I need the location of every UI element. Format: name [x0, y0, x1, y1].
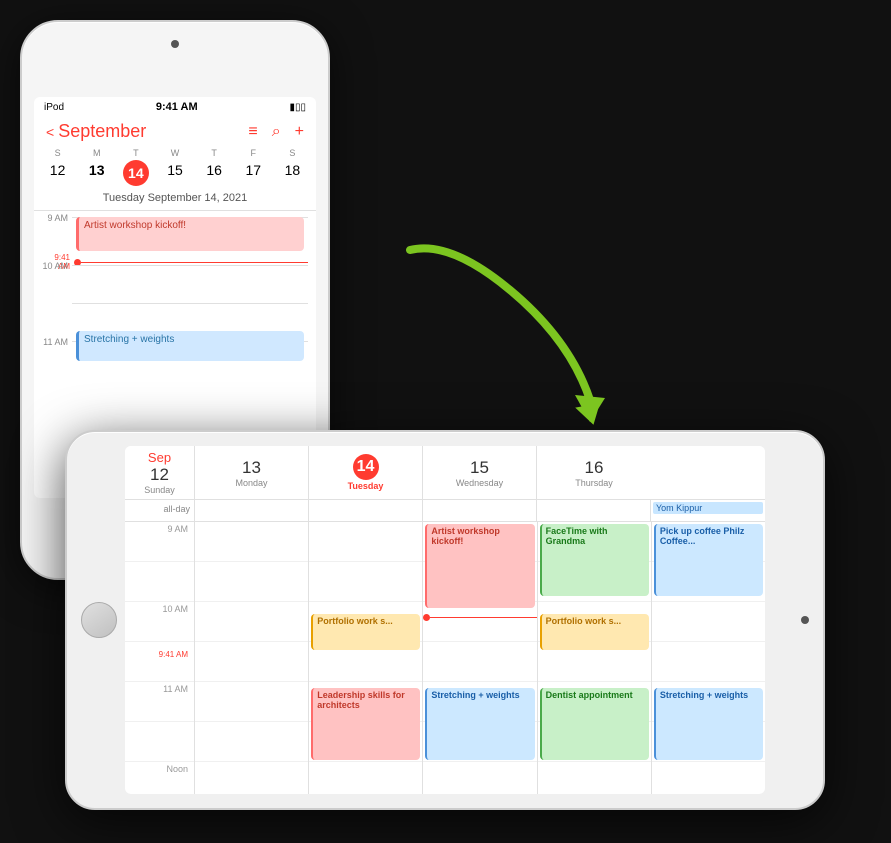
slot-11am: 11 AM [125, 682, 194, 722]
allday-sun [195, 500, 309, 521]
search-icon[interactable]: ⌕ [272, 123, 281, 141]
calendar-week-header: Sep 12 Sunday 13 Monday 14 Tuesday 15 We… [125, 446, 765, 500]
date-grid[interactable]: 12 13 14 15 16 17 18 [34, 160, 316, 186]
arrow-decoration [390, 230, 670, 430]
ipod-landscape-device: Sep 12 Sunday 13 Monday 14 Tuesday 15 We… [65, 430, 825, 810]
landscape-screen: Sep 12 Sunday 13 Monday 14 Tuesday 15 We… [125, 446, 765, 794]
month-nav[interactable]: < September [46, 121, 146, 142]
allday-mon [309, 500, 423, 521]
allday-thu: Yom Kippur [651, 500, 765, 521]
back-chevron-icon[interactable]: < [46, 124, 54, 140]
col-15: 15 Wednesday [423, 446, 537, 499]
col-13: 13 Monday [195, 446, 309, 499]
current-time-line-tue [423, 614, 536, 621]
today-circle: 14 [353, 454, 379, 480]
day-wednesday: Wednesday [456, 478, 503, 488]
allday-row: all-day Yom Kippur [125, 500, 765, 522]
event-artist-workshop[interactable]: Artist workshop kickoff! [76, 217, 304, 251]
event-facetime[interactable]: FaceTime with Grandma [540, 524, 649, 596]
time-line-10 [72, 265, 308, 266]
slot-1030: 9:41 AM [125, 642, 194, 682]
calendar-header[interactable]: < September ≡ ⌕ + [34, 117, 316, 148]
day-16: 16 [585, 458, 604, 478]
event-stretching-thu[interactable]: Stretching + weights [654, 688, 763, 760]
weekday-sun: S [38, 148, 77, 158]
col-14-today: 14 Tuesday [309, 446, 423, 499]
weekday-fri: F [234, 148, 273, 158]
day-15: 15 [470, 458, 489, 478]
slot-10am: 10 AM [125, 602, 194, 642]
slot-1130 [125, 722, 194, 762]
event-portfolio-wed[interactable]: Portfolio work s... [540, 614, 649, 650]
weekday-wed: W [155, 148, 194, 158]
day-col-thu: Pick up coffee Philz Coffee... Stretchin… [652, 522, 765, 794]
carrier-label: iPod [44, 102, 64, 113]
week-timeline: 9 AM 10 AM 9:41 AM 11 AM Noon 1 PM [125, 522, 765, 794]
time-labels-col: 9 AM 10 AM 9:41 AM 11 AM Noon 1 PM [125, 522, 195, 794]
event-portfolio-mon[interactable]: Portfolio work s... [311, 614, 420, 650]
day-col-sun [195, 522, 309, 794]
event-leadership[interactable]: Leadership skills for architects [311, 688, 420, 760]
allday-wed [537, 500, 651, 521]
weekday-labels: S M T W T F S [34, 148, 316, 158]
timeslot-1030 [42, 297, 308, 335]
current-time-label-h: 9:41 AM [159, 650, 188, 659]
weekday-thu: T [195, 148, 234, 158]
day-tuesday: Tuesday [348, 481, 384, 491]
battery-icon: ▮▯▯ [289, 102, 306, 113]
weekday-mon: M [77, 148, 116, 158]
add-icon[interactable]: + [295, 123, 304, 141]
time-9am: 9 AM [42, 211, 72, 223]
time-11am: 11 AM [42, 335, 72, 347]
event-pickup-coffee[interactable]: Pick up coffee Philz Coffee... [654, 524, 763, 596]
event-stretching-tue[interactable]: Stretching + weights [425, 688, 534, 760]
col-sep-12: Sep 12 Sunday [125, 446, 195, 499]
day-col-mon: Portfolio work s... Leadership skills fo… [309, 522, 423, 794]
day-12: 12 [150, 465, 169, 485]
day-sunday: Sunday [144, 485, 175, 495]
selected-date-label: Tuesday September 14, 2021 [34, 190, 316, 211]
allday-label: all-day [125, 500, 195, 521]
slot-9am: 9 AM [125, 522, 194, 562]
day-monday: Monday [235, 478, 267, 488]
col-16: 16 Thursday [537, 446, 651, 499]
clock: 9:41 AM [156, 101, 198, 113]
day-13: 13 [242, 458, 261, 478]
date-16[interactable]: 16 [195, 160, 234, 186]
time-blank1 [42, 297, 72, 299]
date-13[interactable]: 13 [77, 160, 116, 186]
date-12[interactable]: 12 [38, 160, 77, 186]
time-line-blank1 [72, 303, 308, 304]
week-calendar: Sep 12 Sunday 13 Monday 14 Tuesday 15 We… [125, 446, 765, 794]
status-bar: iPod 9:41 AM ▮▯▯ [34, 97, 316, 117]
event-stretching[interactable]: Stretching + weights [76, 331, 304, 361]
weekday-sat: S [273, 148, 312, 158]
yom-kippur-event[interactable]: Yom Kippur [653, 502, 763, 514]
date-15[interactable]: 15 [155, 160, 194, 186]
front-camera-landscape [801, 616, 809, 624]
front-camera-portrait [171, 40, 179, 48]
day-thursday: Thursday [575, 478, 613, 488]
day-col-tue: Artist workshop kickoff! Stretching + we… [423, 522, 537, 794]
time-10am: 10 AM [42, 259, 72, 271]
month-label: September [58, 121, 146, 142]
allday-tue [423, 500, 537, 521]
list-icon[interactable]: ≡ [248, 123, 257, 141]
event-artist-workshop-land[interactable]: Artist workshop kickoff! [425, 524, 534, 608]
day-timeline: 9 AM Artist workshop kickoff! 9:41 AM 10… [34, 211, 316, 467]
date-18[interactable]: 18 [273, 160, 312, 186]
header-actions[interactable]: ≡ ⌕ + [248, 123, 304, 141]
weekday-tue: T [116, 148, 155, 158]
slot-noon: Noon [125, 762, 194, 794]
date-14-today[interactable]: 14 [123, 160, 149, 186]
slot-930 [125, 562, 194, 602]
home-button-landscape[interactable] [81, 602, 117, 638]
day-col-wed: FaceTime with Grandma Portfolio work s..… [538, 522, 652, 794]
event-dentist[interactable]: Dentist appointment [540, 688, 649, 760]
date-17[interactable]: 17 [234, 160, 273, 186]
month-sep: Sep [148, 450, 171, 465]
timeslot-10am: 10 AM [42, 259, 308, 297]
